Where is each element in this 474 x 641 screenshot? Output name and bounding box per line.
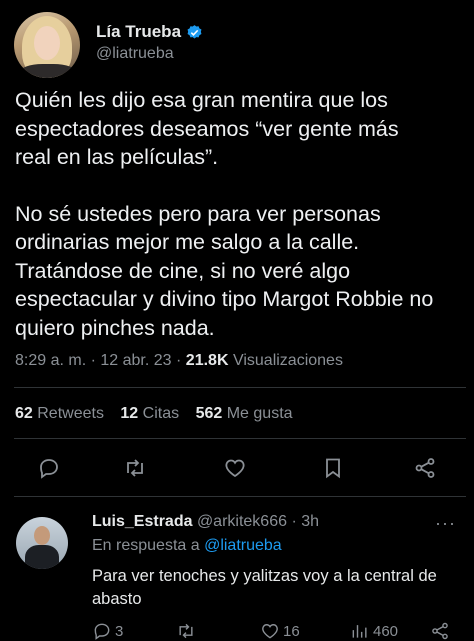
tweet-line: No sé ustedes pero para ver personas (15, 201, 381, 226)
reply-views-button[interactable]: 460 (350, 621, 398, 641)
heart-icon (262, 624, 278, 639)
reply-likes-count: 16 (283, 622, 300, 640)
tweet-text: Quién les dijo esa gran mentira que los … (15, 86, 467, 342)
reply-separator: · (291, 513, 297, 530)
reply-replies-count: 3 (115, 622, 124, 640)
tweet-actions (0, 453, 474, 483)
tweet-line: espectacular y divino tipo Margot Robbie… (15, 287, 434, 311)
reply-display-name[interactable]: Luis_Estrada (92, 513, 192, 530)
divider (14, 496, 466, 497)
reply-views-count: 460 (373, 622, 399, 640)
author-avatar[interactable] (14, 12, 80, 78)
likes-stat[interactable]: 562 Me gusta (196, 405, 293, 422)
tweet-line: Tratándose de cine, si no veré algo (15, 258, 351, 283)
reply-retweet-button[interactable] (176, 621, 199, 641)
retweet-button[interactable] (120, 453, 150, 483)
quotes-stat[interactable]: 12 Citas (120, 405, 179, 422)
reply-to-prefix: En respuesta a (92, 537, 200, 554)
quotes-label: Citas (142, 405, 180, 422)
retweets-count: 62 (15, 405, 33, 422)
share-icon (415, 458, 435, 478)
retweet-icon (179, 623, 193, 639)
tweet-line: ordinarias mejor me salgo a la calle. (15, 230, 360, 254)
heart-icon (225, 459, 245, 478)
bookmark-icon (326, 458, 340, 479)
divider (14, 438, 466, 439)
reply-text: Para ver tenoches y yalitzas voy a la ce… (92, 567, 437, 608)
likes-label: Me gusta (226, 405, 293, 422)
reply-button[interactable] (34, 453, 64, 483)
meta-separator: · (90, 352, 96, 369)
tweet-meta: 8:29 a. m. · 12 abr. 23 · 21.8K Visualiz… (15, 352, 343, 370)
reply-handle[interactable]: @arkitek666 (197, 513, 287, 530)
retweets-stat[interactable]: 62 Retweets (15, 405, 104, 422)
views-icon (352, 625, 367, 638)
reply-actions: 3 16 460 (92, 621, 462, 641)
author-display-name[interactable]: Lía Trueba (96, 22, 181, 42)
reply-author-avatar[interactable] (16, 517, 68, 569)
meta-separator: · (176, 352, 182, 369)
tweet-line: espectadores deseamos “ver gente más (15, 116, 399, 141)
likes-count: 562 (195, 405, 223, 422)
reply-to-mention[interactable]: @liatrueba (204, 537, 282, 554)
tweet-stats: 62 Retweets 12 Citas 562 Me gusta (15, 405, 305, 423)
verified-badge-icon (186, 24, 203, 41)
tweet-line: quiero pinches nada. (15, 315, 215, 340)
reply-to: En respuesta a @liatrueba (92, 537, 282, 555)
divider (14, 387, 466, 388)
reply-icon (94, 623, 110, 640)
reply-share-button[interactable] (430, 621, 453, 641)
reply-reply-button[interactable]: 3 (92, 621, 123, 641)
author-handle[interactable]: @liatrueba (96, 45, 174, 63)
author-name-row: Lía Trueba (96, 22, 203, 42)
more-options-icon[interactable]: ··· (435, 513, 456, 534)
share-button[interactable] (410, 453, 440, 483)
like-button[interactable] (220, 453, 250, 483)
quotes-count: 12 (120, 405, 139, 422)
retweet-icon (127, 459, 143, 477)
share-icon (432, 622, 448, 640)
tweet-date[interactable]: 12 abr. 23 (100, 352, 171, 369)
reply-time[interactable]: 3h (301, 513, 319, 530)
tweet-line: real en las películas”. (15, 145, 219, 169)
views-label: Visualizaciones (232, 352, 343, 369)
bookmark-button[interactable] (318, 453, 348, 483)
reply-like-button[interactable]: 16 (260, 621, 300, 641)
reply-icon (40, 459, 58, 479)
reply-tweet[interactable]: Luis_Estrada @arkitek666 · 3h ··· En res… (0, 505, 474, 641)
retweets-label: Retweets (37, 405, 104, 422)
tweet-time[interactable]: 8:29 a. m. (15, 352, 86, 369)
reply-header: Luis_Estrada @arkitek666 · 3h (92, 513, 319, 531)
views-count: 21.8K (185, 352, 229, 369)
tweet-line: Quién les dijo esa gran mentira que los (15, 88, 388, 112)
